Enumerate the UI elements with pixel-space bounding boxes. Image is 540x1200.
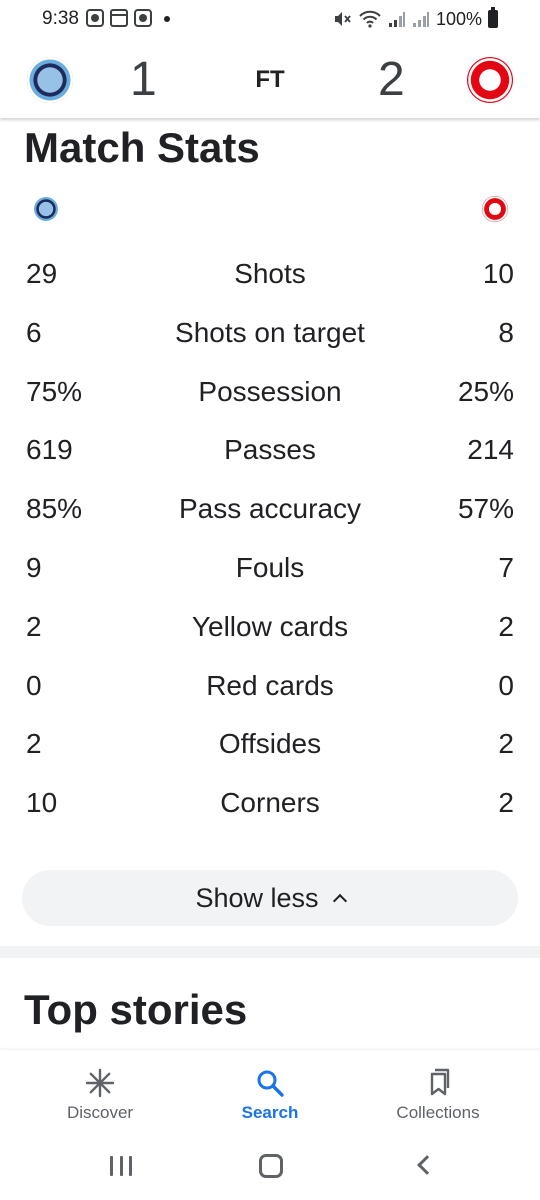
home-team-crest-icon <box>33 196 59 222</box>
stat-row: 6 Shots on target 8 <box>0 307 540 366</box>
battery-icon <box>488 7 498 28</box>
away-stat-value: 8 <box>498 316 514 348</box>
away-stat-value: 0 <box>498 669 514 701</box>
section-title: Match Stats <box>24 124 260 171</box>
stat-row: 2 Offsides 2 <box>0 718 540 777</box>
top-stories-title: Top stories <box>24 986 248 1033</box>
score-header: 1 FT 2 <box>0 40 540 118</box>
stat-row: 10 Corners 2 <box>0 777 540 836</box>
away-score: 2 <box>378 53 405 106</box>
notification-icon <box>134 9 152 27</box>
away-team-crest-icon[interactable] <box>467 57 513 103</box>
wifi-icon <box>359 10 381 28</box>
stat-label: Passes <box>224 434 316 466</box>
match-status: FT <box>255 66 285 93</box>
away-team-crest-icon <box>482 196 508 222</box>
notification-icon <box>86 9 104 27</box>
signal-icon <box>388 12 405 27</box>
nav-label: Search <box>241 1103 299 1122</box>
stat-row: 29 Shots 10 <box>0 248 540 307</box>
nav-label: Collections <box>396 1103 480 1122</box>
clock: 9:38 <box>42 8 79 29</box>
system-nav-bar <box>0 1140 540 1200</box>
away-stat-value: 57% <box>457 493 514 525</box>
calendar-icon <box>110 9 128 27</box>
away-stat-value: 7 <box>498 551 514 583</box>
stat-label: Yellow cards <box>191 610 349 642</box>
bottom-nav: Discover Search Collections <box>0 1050 540 1140</box>
stat-label: Fouls <box>235 551 305 583</box>
stat-label: Shots on target <box>175 316 365 348</box>
stat-label: Shots <box>234 258 306 289</box>
show-less-label: Show less <box>195 882 319 913</box>
battery-percent: 100% <box>435 8 482 29</box>
signal-icon <box>412 12 429 27</box>
back-icon[interactable] <box>417 1155 437 1175</box>
chevron-up-icon <box>332 893 347 909</box>
section-divider <box>0 946 540 958</box>
status-bar: 9:38 100% <box>0 0 540 40</box>
recent-apps-icon[interactable] <box>110 1156 132 1178</box>
nav-search[interactable]: Search <box>180 1050 360 1140</box>
away-stat-value: 25% <box>457 375 514 407</box>
stat-row: 85% Pass accuracy 57% <box>0 483 540 542</box>
stat-row: 9 Fouls 7 <box>0 542 540 601</box>
stat-label: Offsides <box>218 728 322 760</box>
stats-table: 29 Shots 10 6 Shots on target 8 75% Poss… <box>0 248 540 836</box>
away-stat-value: 2 <box>498 787 514 819</box>
stat-row: 619 Passes 214 <box>0 424 540 483</box>
away-stat-value: 2 <box>498 728 514 760</box>
stat-row: 75% Possession 25% <box>0 366 540 425</box>
away-stat-value: 214 <box>467 434 514 466</box>
search-icon <box>257 1070 284 1097</box>
away-stat-value: 10 <box>482 258 514 289</box>
bookmarks-icon <box>430 1068 450 1096</box>
stat-label: Corners <box>220 787 320 819</box>
system-indicators: 100% <box>332 6 498 32</box>
nav-label: Discover <box>66 1103 134 1122</box>
stat-row: 2 Yellow cards 2 <box>0 601 540 660</box>
away-stat-value: 2 <box>498 610 514 642</box>
nav-collections[interactable]: Collections <box>348 1050 528 1140</box>
show-less-button[interactable]: Show less <box>22 870 518 926</box>
stat-row: 0 Red cards 0 <box>0 660 540 719</box>
home-icon[interactable] <box>259 1154 283 1178</box>
stat-label: Red cards <box>206 669 334 701</box>
mute-icon <box>334 12 351 26</box>
more-notifications-dot-icon <box>164 16 170 22</box>
asterisk-icon <box>85 1068 115 1098</box>
nav-discover[interactable]: Discover <box>10 1050 190 1140</box>
